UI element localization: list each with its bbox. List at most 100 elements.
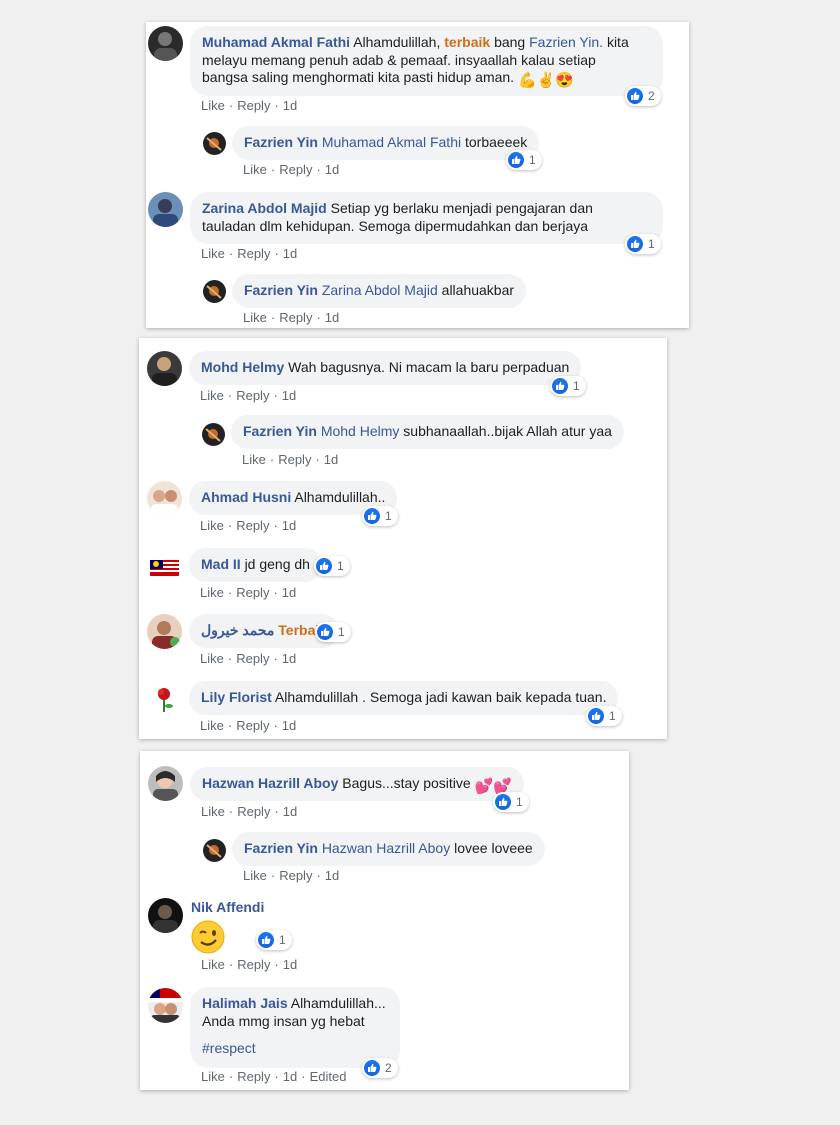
commenter-name[interactable]: Lily Florist bbox=[201, 689, 272, 705]
avatar[interactable] bbox=[147, 481, 182, 516]
reaction-count[interactable]: 1 bbox=[493, 792, 529, 812]
reply-button[interactable]: Reply bbox=[237, 246, 270, 261]
avatar[interactable] bbox=[148, 766, 183, 801]
commenter-name[interactable]: Fazrien Yin bbox=[244, 840, 318, 856]
like-button[interactable]: Like bbox=[201, 957, 225, 972]
reaction-count[interactable]: 1 bbox=[314, 556, 350, 576]
reaction-number: 1 bbox=[516, 795, 523, 809]
reply-button[interactable]: Reply bbox=[236, 585, 269, 600]
reply-button[interactable]: Reply bbox=[237, 804, 270, 819]
reply-button[interactable]: Reply bbox=[279, 162, 312, 177]
like-icon bbox=[588, 708, 604, 724]
avatar[interactable] bbox=[148, 26, 183, 61]
reply-button[interactable]: Reply bbox=[236, 718, 269, 733]
commenter-name[interactable]: Halimah Jais bbox=[202, 995, 288, 1011]
like-button[interactable]: Like bbox=[243, 310, 267, 325]
timestamp[interactable]: 1d bbox=[283, 1069, 297, 1084]
timestamp[interactable]: 1d bbox=[324, 452, 338, 467]
avatar[interactable] bbox=[202, 423, 225, 446]
commenter-name[interactable]: Fazrien Yin bbox=[244, 282, 318, 298]
commenter-name[interactable]: Ahmad Husni bbox=[201, 489, 291, 505]
reaction-count[interactable]: 1 bbox=[362, 506, 398, 526]
like-button[interactable]: Like bbox=[200, 585, 224, 600]
reply-button[interactable]: Reply bbox=[278, 452, 311, 467]
reaction-count[interactable]: 2 bbox=[625, 86, 661, 106]
timestamp[interactable]: 1d bbox=[283, 804, 297, 819]
reaction-number: 1 bbox=[573, 379, 580, 393]
commenter-name[interactable]: Hazwan Hazrill Aboy bbox=[202, 775, 338, 791]
timestamp[interactable]: 1d bbox=[282, 718, 296, 733]
timestamp[interactable]: 1d bbox=[282, 585, 296, 600]
reaction-count[interactable]: 2 bbox=[362, 1058, 398, 1078]
reaction-count[interactable]: 1 bbox=[550, 376, 586, 396]
commenter-name[interactable]: محمد خيرول bbox=[201, 622, 274, 638]
commenter-name[interactable]: Muhamad Akmal Fathi bbox=[202, 34, 350, 50]
reply-button[interactable]: Reply bbox=[236, 651, 269, 666]
timestamp[interactable]: 1d bbox=[283, 957, 297, 972]
reaction-number: 1 bbox=[337, 559, 344, 573]
commenter-name[interactable]: Fazrien Yin bbox=[243, 423, 317, 439]
comment-text: lovee loveee bbox=[454, 840, 533, 856]
avatar[interactable] bbox=[148, 192, 183, 227]
reply-button[interactable]: Reply bbox=[237, 1069, 270, 1084]
like-button[interactable]: Like bbox=[242, 452, 266, 467]
avatar[interactable] bbox=[203, 280, 226, 303]
mention-link[interactable]: Zarina Abdol Majid bbox=[322, 282, 438, 298]
reply-button[interactable]: Reply bbox=[237, 957, 270, 972]
comment-card-3: Hazwan Hazrill Aboy Bagus...stay positiv… bbox=[140, 751, 629, 1090]
reaction-count[interactable]: 1 bbox=[625, 234, 661, 254]
like-button[interactable]: Like bbox=[243, 162, 267, 177]
reaction-count[interactable]: 1 bbox=[586, 706, 622, 726]
timestamp[interactable]: 1d bbox=[282, 518, 296, 533]
avatar[interactable] bbox=[148, 898, 183, 933]
commenter-name[interactable]: Mohd Helmy bbox=[201, 359, 284, 375]
reaction-count[interactable]: 1 bbox=[315, 622, 351, 642]
edited-label[interactable]: Edited bbox=[310, 1069, 347, 1084]
reply-button[interactable]: Reply bbox=[279, 310, 312, 325]
comment-text: Wah bagusnya. Ni macam la baru perpaduan bbox=[288, 359, 570, 375]
avatar[interactable] bbox=[203, 132, 226, 155]
reply-button[interactable]: Reply bbox=[279, 868, 312, 883]
reply-button[interactable]: Reply bbox=[236, 388, 269, 403]
timestamp[interactable]: 1d bbox=[283, 246, 297, 261]
avatar[interactable] bbox=[203, 839, 226, 862]
timestamp[interactable]: 1d bbox=[325, 310, 339, 325]
flexed-biceps-emoji-icon: 💪 bbox=[517, 72, 537, 89]
commenter-name[interactable]: Fazrien Yin bbox=[244, 134, 318, 150]
like-button[interactable]: Like bbox=[201, 1069, 225, 1084]
like-button[interactable]: Like bbox=[200, 518, 224, 533]
timestamp[interactable]: 1d bbox=[325, 868, 339, 883]
commenter-name[interactable]: Mad II bbox=[201, 556, 241, 572]
like-button[interactable]: Like bbox=[201, 98, 225, 113]
reaction-count[interactable]: 1 bbox=[256, 930, 292, 950]
avatar[interactable] bbox=[147, 548, 182, 583]
reaction-count[interactable]: 1 bbox=[506, 150, 542, 170]
timestamp[interactable]: 1d bbox=[325, 162, 339, 177]
reaction-number: 1 bbox=[385, 509, 392, 523]
mention-link[interactable]: Hazwan Hazrill Aboy bbox=[322, 840, 450, 856]
like-button[interactable]: Like bbox=[201, 246, 225, 261]
avatar[interactable] bbox=[147, 351, 182, 386]
commenter-name[interactable]: Zarina Abdol Majid bbox=[202, 200, 327, 216]
like-button[interactable]: Like bbox=[200, 651, 224, 666]
mention-link[interactable]: Fazrien Yin. bbox=[529, 34, 603, 50]
avatar[interactable] bbox=[147, 681, 182, 716]
timestamp[interactable]: 1d bbox=[283, 98, 297, 113]
timestamp[interactable]: 1d bbox=[282, 651, 296, 666]
reply-button[interactable]: Reply bbox=[237, 98, 270, 113]
heart-emoji-icon: 💕 bbox=[474, 778, 494, 795]
mention-link[interactable]: Mohd Helmy bbox=[321, 423, 400, 439]
commenter-name[interactable]: Nik Affendi bbox=[191, 899, 264, 915]
timestamp[interactable]: 1d bbox=[282, 388, 296, 403]
comment-actions: Like · Reply · 1d bbox=[243, 162, 340, 177]
mention-link[interactable]: Muhamad Akmal Fathi bbox=[322, 134, 461, 150]
avatar[interactable] bbox=[147, 614, 182, 649]
like-button[interactable]: Like bbox=[243, 868, 267, 883]
reply-button[interactable]: Reply bbox=[236, 518, 269, 533]
like-button[interactable]: Like bbox=[201, 804, 225, 819]
comment-bubble: Mad II jd geng dh bbox=[189, 548, 322, 582]
hashtag-link[interactable]: #respect bbox=[202, 1040, 256, 1056]
avatar[interactable] bbox=[148, 988, 183, 1023]
like-button[interactable]: Like bbox=[200, 388, 224, 403]
like-button[interactable]: Like bbox=[200, 718, 224, 733]
